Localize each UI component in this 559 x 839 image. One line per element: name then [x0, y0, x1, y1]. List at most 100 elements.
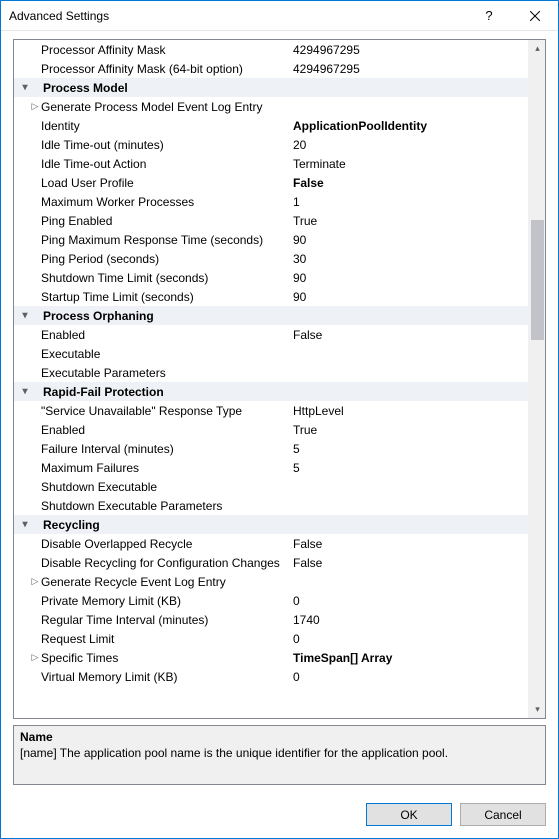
scroll-thumb[interactable]	[531, 220, 544, 340]
expand-icon[interactable]: ▷	[29, 101, 41, 112]
property-value[interactable]: 90	[289, 290, 528, 304]
property-row[interactable]: IdentityApplicationPoolIdentity	[14, 116, 528, 135]
property-value[interactable]: False	[289, 556, 528, 570]
property-row[interactable]: Shutdown Executable Parameters	[14, 496, 528, 515]
scrollbar[interactable]: ▴ ▾	[528, 40, 545, 718]
property-label: Executable	[41, 347, 289, 361]
property-value[interactable]: 20	[289, 138, 528, 152]
property-row[interactable]: Regular Time Interval (minutes)1740	[14, 610, 528, 629]
property-label: Maximum Worker Processes	[41, 195, 289, 209]
scroll-up-icon[interactable]: ▴	[529, 40, 546, 57]
expand-icon[interactable]: ▷	[29, 576, 41, 587]
ok-button[interactable]: OK	[366, 803, 452, 826]
category-row[interactable]: ▾Process Orphaning	[14, 306, 528, 325]
property-row[interactable]: Failure Interval (minutes)5	[14, 439, 528, 458]
property-row[interactable]: Processor Affinity Mask (64-bit option)4…	[14, 59, 528, 78]
property-row[interactable]: Virtual Memory Limit (KB)0	[14, 667, 528, 686]
property-label: Load User Profile	[41, 176, 289, 190]
property-label: Shutdown Executable	[41, 480, 289, 494]
property-row[interactable]: Shutdown Time Limit (seconds)90	[14, 268, 528, 287]
category-row[interactable]: ▾Recycling	[14, 515, 528, 534]
category-toggle-icon[interactable]: ▾	[14, 386, 29, 397]
property-row[interactable]: Maximum Worker Processes1	[14, 192, 528, 211]
property-value[interactable]: 90	[289, 271, 528, 285]
advanced-settings-window: Advanced Settings ? Processor Affinity M…	[0, 0, 559, 839]
property-value[interactable]: 1	[289, 195, 528, 209]
property-value[interactable]: 90	[289, 233, 528, 247]
close-button[interactable]	[512, 1, 558, 31]
category-row[interactable]: ▾ Rapid-Fail Protection	[14, 382, 528, 401]
property-value[interactable]: Terminate	[289, 157, 528, 171]
category-label: Rapid-Fail Protection	[41, 385, 289, 399]
cancel-button[interactable]: Cancel	[460, 803, 546, 826]
property-label: Generate Recycle Event Log Entry	[41, 575, 289, 589]
category-toggle-icon[interactable]: ▾	[14, 519, 29, 530]
expand-icon[interactable]: ▷	[29, 652, 41, 663]
property-row[interactable]: Idle Time-out ActionTerminate	[14, 154, 528, 173]
titlebar: Advanced Settings ?	[1, 1, 558, 31]
property-label: Ping Enabled	[41, 214, 289, 228]
property-row[interactable]: ▷Generate Process Model Event Log Entry	[14, 97, 528, 116]
property-row[interactable]: Idle Time-out (minutes)20	[14, 135, 528, 154]
property-row[interactable]: Disable Recycling for Configuration Chan…	[14, 553, 528, 572]
property-label: Private Memory Limit (KB)	[41, 594, 289, 608]
close-icon	[530, 11, 540, 21]
property-label: Request Limit	[41, 632, 289, 646]
category-toggle-icon[interactable]: ▾	[14, 310, 29, 321]
property-label: Virtual Memory Limit (KB)	[41, 670, 289, 684]
property-value[interactable]: 0	[289, 670, 528, 684]
property-value[interactable]: True	[289, 214, 528, 228]
property-row[interactable]: ▷Specific TimesTimeSpan[] Array	[14, 648, 528, 667]
property-row[interactable]: Ping Maximum Response Time (seconds)90	[14, 230, 528, 249]
category-toggle-icon[interactable]: ▾	[14, 82, 29, 93]
property-row[interactable]: Startup Time Limit (seconds)90	[14, 287, 528, 306]
property-value[interactable]: 5	[289, 461, 528, 475]
property-value[interactable]: 4294967295	[289, 43, 528, 57]
property-value[interactable]: 30	[289, 252, 528, 266]
window-title: Advanced Settings	[9, 9, 466, 23]
property-label: Idle Time-out Action	[41, 157, 289, 171]
property-label: Specific Times	[41, 651, 289, 665]
property-row[interactable]: Private Memory Limit (KB)0	[14, 591, 528, 610]
property-label: Executable Parameters	[41, 366, 289, 380]
property-label: Disable Recycling for Configuration Chan…	[41, 556, 289, 570]
help-button[interactable]: ?	[466, 1, 512, 31]
property-row[interactable]: Maximum Failures5	[14, 458, 528, 477]
property-value[interactable]: 1740	[289, 613, 528, 627]
property-label: Ping Maximum Response Time (seconds)	[41, 233, 289, 247]
property-label: Failure Interval (minutes)	[41, 442, 289, 456]
property-row[interactable]: Ping EnabledTrue	[14, 211, 528, 230]
property-value[interactable]: ApplicationPoolIdentity	[289, 119, 528, 133]
property-row[interactable]: ▷Generate Recycle Event Log Entry	[14, 572, 528, 591]
cancel-button-label: Cancel	[484, 808, 521, 822]
property-label: Shutdown Executable Parameters	[41, 499, 289, 513]
scroll-down-icon[interactable]: ▾	[529, 701, 546, 718]
property-value[interactable]: True	[289, 423, 528, 437]
property-value[interactable]: 5	[289, 442, 528, 456]
property-row[interactable]: EnabledFalse	[14, 325, 528, 344]
property-value[interactable]: False	[289, 176, 528, 190]
property-value[interactable]: TimeSpan[] Array	[289, 651, 528, 665]
property-row[interactable]: Load User ProfileFalse	[14, 173, 528, 192]
property-label: Enabled	[41, 328, 289, 342]
property-value[interactable]: 4294967295	[289, 62, 528, 76]
property-label: Generate Process Model Event Log Entry	[41, 100, 289, 114]
property-row[interactable]: Ping Period (seconds)30	[14, 249, 528, 268]
category-label: Process Model	[41, 81, 289, 95]
property-grid: Processor Affinity Mask4294967295Process…	[13, 39, 546, 719]
property-row[interactable]: Request Limit0	[14, 629, 528, 648]
property-value[interactable]: False	[289, 328, 528, 342]
property-value[interactable]: 0	[289, 594, 528, 608]
property-value[interactable]: HttpLevel	[289, 404, 528, 418]
property-row[interactable]: Processor Affinity Mask4294967295	[14, 40, 528, 59]
property-row[interactable]: Executable Parameters	[14, 363, 528, 382]
property-row[interactable]: EnabledTrue	[14, 420, 528, 439]
property-row[interactable]: "Service Unavailable" Response TypeHttpL…	[14, 401, 528, 420]
property-row[interactable]: Shutdown Executable	[14, 477, 528, 496]
property-value[interactable]: False	[289, 537, 528, 551]
property-row[interactable]: Executable	[14, 344, 528, 363]
property-value[interactable]: 0	[289, 632, 528, 646]
property-row[interactable]: Disable Overlapped RecycleFalse	[14, 534, 528, 553]
property-grid-body[interactable]: Processor Affinity Mask4294967295Process…	[14, 40, 528, 718]
category-row[interactable]: ▾ Process Model	[14, 78, 528, 97]
